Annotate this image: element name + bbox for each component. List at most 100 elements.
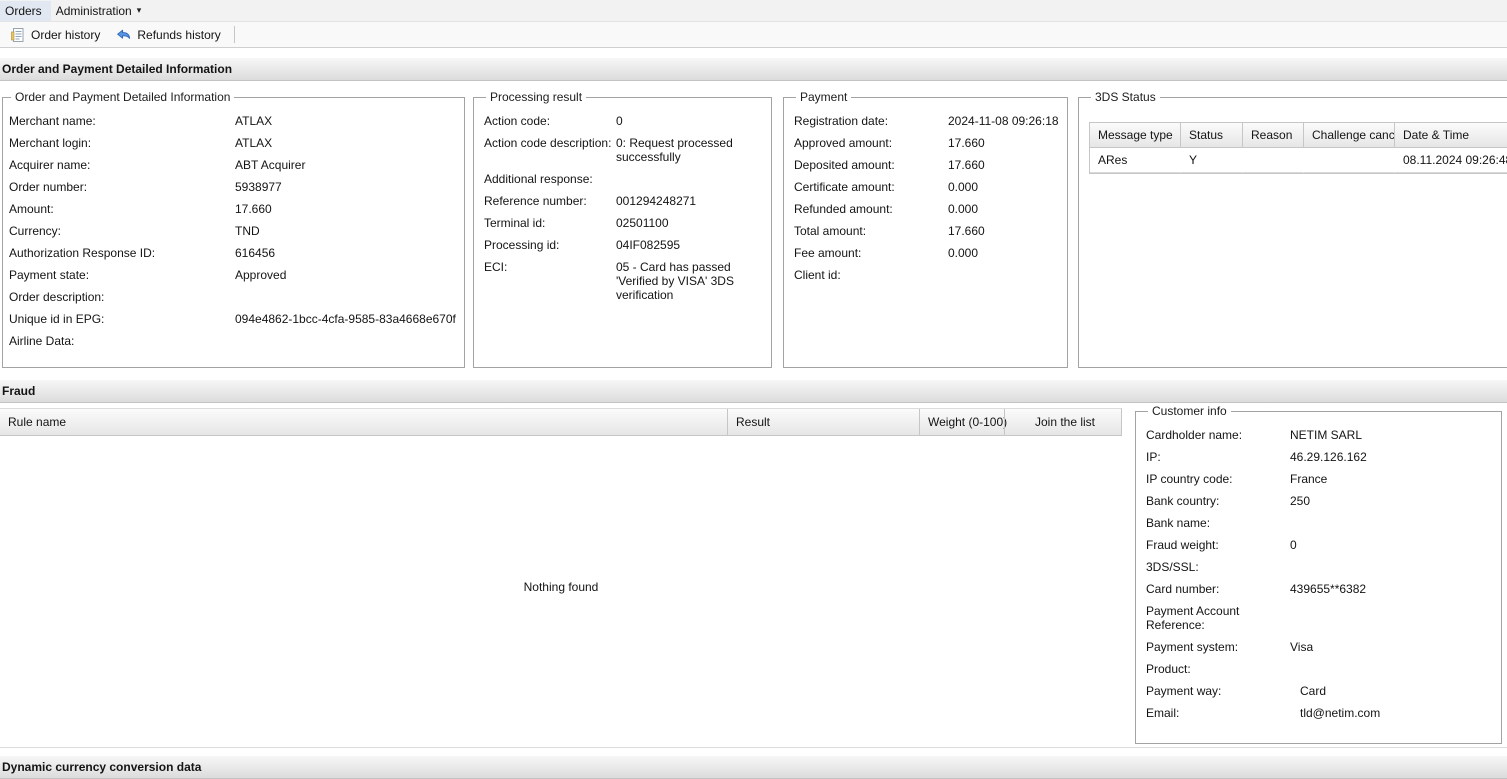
field-label: IP: [1146, 450, 1290, 464]
field-row: Action code:0 [484, 114, 763, 128]
field-label: Deposited amount: [794, 158, 948, 172]
field-value: ATLAX [235, 136, 456, 150]
field-label: Total amount: [794, 224, 948, 238]
field-label: Merchant login: [9, 136, 235, 150]
field-value: 5938977 [235, 180, 456, 194]
toolbar-separator [234, 26, 235, 43]
payment-legend: Payment [796, 90, 851, 104]
field-row: Authorization Response ID:616456 [9, 246, 456, 260]
field-row: Product: [1146, 662, 1493, 676]
field-label: Bank country: [1146, 494, 1290, 508]
field-label: Action code: [484, 114, 616, 128]
field-label: Product: [1146, 662, 1290, 676]
fraud-column-header: Rule name [0, 409, 727, 435]
customer-info-legend: Customer info [1148, 404, 1231, 418]
chevron-down-icon: ▾ [137, 6, 142, 15]
processing-result-panel: Processing result Action code:0Action co… [473, 90, 772, 368]
field-row: Order number:5938977 [9, 180, 456, 194]
field-value: tld@netim.com [1290, 706, 1493, 720]
order-info-legend: Order and Payment Detailed Information [11, 90, 234, 104]
field-row: Certificate amount:0.000 [794, 180, 1059, 194]
toolbar: Order history Refunds history [0, 22, 1507, 48]
field-value: 250 [1290, 494, 1493, 508]
section-header-label: Fraud [2, 384, 35, 398]
order-history-button[interactable]: Order history [2, 23, 108, 47]
field-value: 439655**6382 [1290, 582, 1493, 596]
field-label: 3DS/SSL: [1146, 560, 1290, 574]
field-label: Currency: [9, 224, 235, 238]
fraud-column-header: Join the list [1004, 409, 1121, 435]
menu-bar: Orders Administration ▾ [0, 0, 1507, 22]
section-header-dcc: Dynamic currency conversion data [0, 755, 1507, 779]
field-row: Action code description:0: Request proce… [484, 136, 763, 164]
section-header-order-payment: Order and Payment Detailed Information [0, 57, 1507, 81]
threeds-cell [1243, 148, 1304, 173]
field-row: Merchant login:ATLAX [9, 136, 456, 150]
field-value: 2024-11-08 09:26:18 [948, 114, 1059, 128]
field-value: 02501100 [616, 216, 763, 230]
field-label: Registration date: [794, 114, 948, 128]
field-row: IP country code:France [1146, 472, 1493, 486]
field-label: Order number: [9, 180, 235, 194]
section-header-label: Dynamic currency conversion data [2, 760, 201, 774]
fraud-column-header: Result [727, 409, 919, 435]
field-row: Registration date:2024-11-08 09:26:18 [794, 114, 1059, 128]
field-row: Airline Data: [9, 334, 456, 348]
field-label: Acquirer name: [9, 158, 235, 172]
field-row: Payment way:Card [1146, 684, 1493, 698]
field-value: 05 - Card has passed 'Verified by VISA' … [616, 260, 763, 302]
refund-arrow-icon [116, 27, 132, 43]
field-row: 3DS/SSL: [1146, 560, 1493, 574]
field-row: Cardholder name:NETIM SARL [1146, 428, 1493, 442]
field-value: ATLAX [235, 114, 456, 128]
field-value: Card [1290, 684, 1493, 698]
threeds-cell: Y [1181, 148, 1243, 173]
field-row: Payment Account Reference: [1146, 604, 1493, 632]
field-row: Fee amount:0.000 [794, 246, 1059, 260]
field-value: 0.000 [948, 246, 1059, 260]
field-label: Card number: [1146, 582, 1290, 596]
field-row: Amount:17.660 [9, 202, 456, 216]
payment-rows: Registration date:2024-11-08 09:26:18App… [794, 114, 1059, 282]
order-details-page: Orders Administration ▾ Order history Re… [0, 0, 1507, 779]
field-value [1290, 560, 1493, 574]
threeds-cell: 08.11.2024 09:26:48 [1395, 148, 1507, 173]
field-label: ECI: [484, 260, 616, 302]
menu-orders-label: Orders [5, 4, 42, 18]
field-value: 0: Request processed successfully [616, 136, 763, 164]
field-row: Merchant name:ATLAX [9, 114, 456, 128]
threeds-status-table: Message typeStatusReasonChallenge cancel… [1089, 122, 1507, 174]
threeds-column-header: Status [1181, 123, 1243, 148]
field-row: Acquirer name:ABT Acquirer [9, 158, 456, 172]
menu-administration[interactable]: Administration ▾ [51, 1, 151, 21]
menu-orders[interactable]: Orders [0, 1, 51, 21]
field-label: Email: [1146, 706, 1290, 720]
field-row: Processing id:04IF082595 [484, 238, 763, 252]
threeds-cell: ARes [1090, 148, 1181, 173]
threeds-column-header: Reason [1243, 123, 1304, 148]
field-value: ABT Acquirer [235, 158, 456, 172]
field-row: Card number:439655**6382 [1146, 582, 1493, 596]
section-header-fraud: Fraud [0, 379, 1507, 403]
field-row: Total amount:17.660 [794, 224, 1059, 238]
field-value [1290, 662, 1493, 676]
field-value: 46.29.126.162 [1290, 450, 1493, 464]
field-label: Reference number: [484, 194, 616, 208]
customer-info-rows: Cardholder name:NETIM SARL IP:46.29.126.1… [1146, 428, 1493, 720]
field-value: 0 [616, 114, 763, 128]
field-value: 17.660 [948, 224, 1059, 238]
field-value: NETIM SARL [1290, 428, 1493, 442]
field-label: Refunded amount: [794, 202, 948, 216]
menu-administration-label: Administration [56, 4, 132, 18]
field-value: 17.660 [948, 158, 1059, 172]
threeds-column-header: Message type [1090, 123, 1181, 148]
field-label: Client id: [794, 268, 948, 282]
field-label: Unique id in EPG: [9, 312, 235, 326]
threeds-column-header: Date & Time [1395, 123, 1507, 148]
field-row: Email:tld@netim.com [1146, 706, 1493, 720]
field-row: IP:46.29.126.162 [1146, 450, 1493, 464]
processing-result-rows: Action code:0 Action code description:0: … [484, 114, 763, 302]
refunds-history-button[interactable]: Refunds history [108, 23, 228, 47]
field-value: Approved [235, 268, 456, 282]
field-label: Payment Account Reference: [1146, 604, 1290, 632]
